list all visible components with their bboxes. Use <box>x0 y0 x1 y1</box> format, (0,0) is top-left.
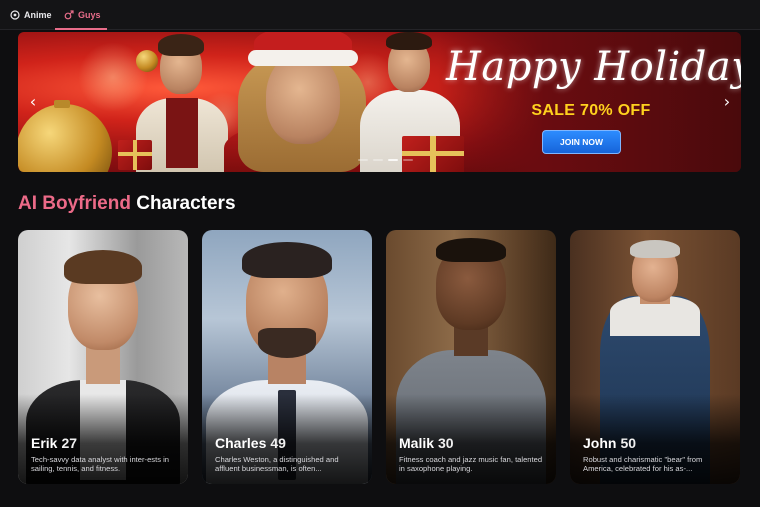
section-title-accent: AI Boyfriend <box>18 193 131 214</box>
tab-guys[interactable]: Guys <box>64 0 101 30</box>
carousel-dots <box>358 159 413 161</box>
carousel-dot[interactable] <box>373 159 383 161</box>
tab-anime[interactable]: Anime <box>10 0 52 30</box>
ornament-cap <box>54 100 70 108</box>
character-name-line: Malik 30 <box>399 435 454 451</box>
character-name: John <box>583 435 617 451</box>
gold-ornament <box>18 104 112 172</box>
character-card-john[interactable]: John 50 Robust and charismatic "bear" fro… <box>570 230 740 484</box>
section-title-rest: Characters <box>136 193 236 214</box>
character-name: Charles <box>215 435 267 451</box>
banner-title: Happy Holidays <box>446 44 741 90</box>
section-title: AI Boyfriend Characters <box>18 193 236 215</box>
character-age: 30 <box>438 435 454 451</box>
male-symbol-icon <box>64 10 74 20</box>
character-card-malik[interactable]: Malik 30 Fitness coach and jazz music fan… <box>386 230 556 484</box>
character-name-line: Erik 27 <box>31 435 77 451</box>
character-card-erik[interactable]: Erik 27 Tech-savvy data analyst with inte… <box>18 230 188 484</box>
carousel-dot[interactable] <box>358 159 368 161</box>
character-card-charles[interactable]: Charles 49 Charles Weston, a distinguishe… <box>202 230 372 484</box>
top-nav: Anime Guys <box>0 0 760 30</box>
anime-circle-icon <box>10 10 20 20</box>
character-name: Malik <box>399 435 435 451</box>
tab-guys-label: Guys <box>78 10 101 20</box>
gift-box-large <box>402 136 464 172</box>
character-name-line: John 50 <box>583 435 636 451</box>
banner-sale-text: SALE 70% OFF <box>531 102 651 119</box>
carousel-dot[interactable] <box>403 159 413 161</box>
character-name: Erik <box>31 435 58 451</box>
tab-anime-label: Anime <box>24 10 52 20</box>
chevron-left-icon: ‹ <box>29 91 37 111</box>
character-description: Charles Weston, a distinguished and affl… <box>215 454 339 474</box>
active-tab-indicator <box>55 28 107 30</box>
character-name-line: Charles 49 <box>215 435 286 451</box>
banner-prev-button[interactable]: ‹ <box>24 90 42 112</box>
character-description: Robust and charismatic "bear" from Ameri… <box>583 454 703 474</box>
join-now-button[interactable]: JOIN NOW <box>542 130 621 154</box>
character-description: Fitness coach and jazz music fan, talent… <box>399 454 543 474</box>
carousel-dot-active[interactable] <box>388 159 398 161</box>
character-age: 27 <box>61 435 78 451</box>
character-age: 50 <box>620 435 637 451</box>
gift-box <box>118 140 152 170</box>
character-age: 49 <box>270 435 286 451</box>
character-description: Tech-savvy data analyst with inter-ests … <box>31 454 170 474</box>
promo-banner[interactable]: ‹ › Happy Holidays SALE 70% OFF JOIN NOW <box>18 32 741 172</box>
